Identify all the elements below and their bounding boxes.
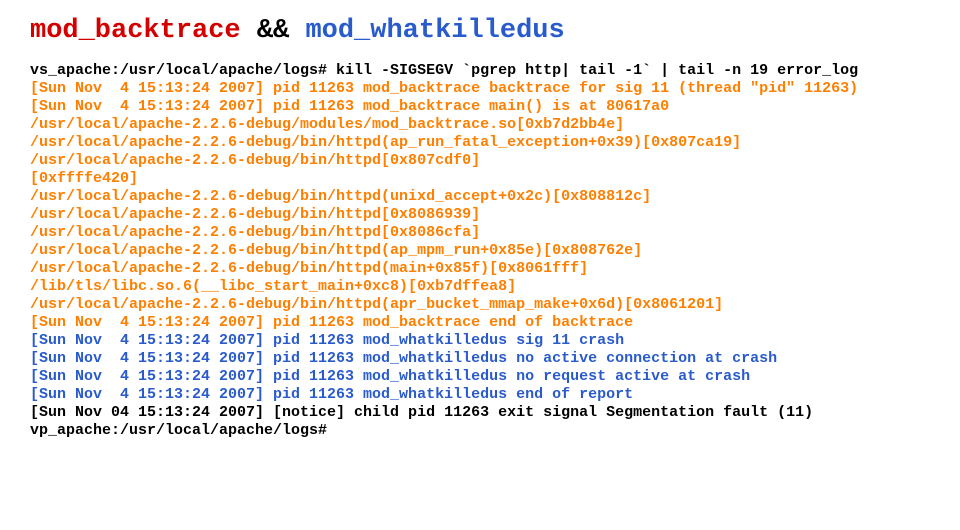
- log-line: /lib/tls/libc.so.6(__libc_start_main+0xc…: [30, 278, 930, 296]
- log-line: [Sun Nov 4 15:13:24 2007] pid 11263 mod_…: [30, 386, 930, 404]
- log-line: /usr/local/apache-2.2.6-debug/bin/httpd[…: [30, 152, 930, 170]
- log-line: vp_apache:/usr/local/apache/logs#: [30, 422, 930, 440]
- log-line: [Sun Nov 4 15:13:24 2007] pid 11263 mod_…: [30, 332, 930, 350]
- log-line: [Sun Nov 4 15:13:24 2007] pid 11263 mod_…: [30, 80, 930, 98]
- log-line: [Sun Nov 4 15:13:24 2007] pid 11263 mod_…: [30, 368, 930, 386]
- log-line: /usr/local/apache-2.2.6-debug/bin/httpd(…: [30, 296, 930, 314]
- log-output: vs_apache:/usr/local/apache/logs# kill -…: [30, 62, 930, 440]
- log-line: /usr/local/apache-2.2.6-debug/bin/httpd(…: [30, 242, 930, 260]
- log-line: /usr/local/apache-2.2.6-debug/bin/httpd[…: [30, 206, 930, 224]
- title-part1: mod_backtrace: [30, 16, 241, 46]
- log-line: [Sun Nov 4 15:13:24 2007] pid 11263 mod_…: [30, 98, 930, 116]
- log-line: [Sun Nov 04 15:13:24 2007] [notice] chil…: [30, 404, 930, 422]
- log-line: /usr/local/apache-2.2.6-debug/modules/mo…: [30, 116, 930, 134]
- title-connector: &&: [241, 16, 306, 46]
- log-line: vs_apache:/usr/local/apache/logs# kill -…: [30, 62, 930, 80]
- log-line: [Sun Nov 4 15:13:24 2007] pid 11263 mod_…: [30, 314, 930, 332]
- log-line: /usr/local/apache-2.2.6-debug/bin/httpd(…: [30, 260, 930, 278]
- log-line: [Sun Nov 4 15:13:24 2007] pid 11263 mod_…: [30, 350, 930, 368]
- page-title: mod_backtrace && mod_whatkilledus: [30, 15, 930, 47]
- log-line: /usr/local/apache-2.2.6-debug/bin/httpd(…: [30, 188, 930, 206]
- log-line: /usr/local/apache-2.2.6-debug/bin/httpd[…: [30, 224, 930, 242]
- title-part2: mod_whatkilledus: [305, 16, 564, 46]
- log-line: [0xffffe420]: [30, 170, 930, 188]
- log-line: /usr/local/apache-2.2.6-debug/bin/httpd(…: [30, 134, 930, 152]
